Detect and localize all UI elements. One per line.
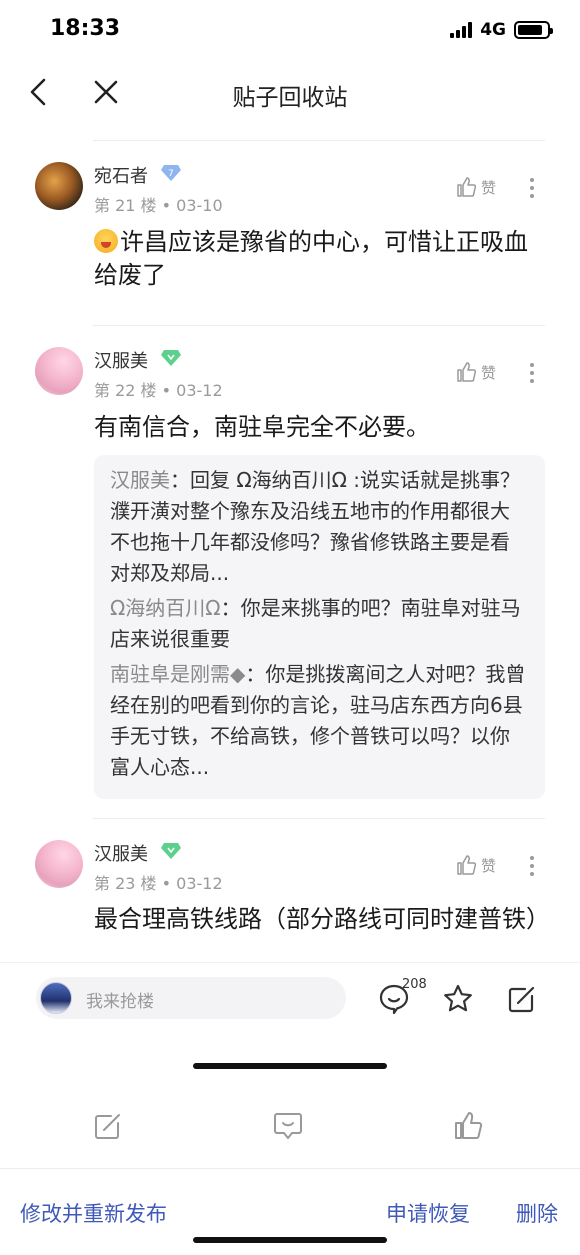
like-label: 赞 bbox=[481, 856, 497, 875]
status-bar: 18:33 4G bbox=[0, 0, 580, 62]
battery-icon bbox=[514, 21, 553, 39]
status-time: 18:33 bbox=[50, 16, 121, 41]
divider bbox=[93, 818, 545, 819]
delete-button[interactable]: 删除 bbox=[516, 1198, 558, 1228]
like-button[interactable]: 赞 bbox=[455, 361, 496, 383]
divider bbox=[93, 140, 545, 141]
avatar[interactable] bbox=[35, 840, 83, 888]
home-indicator bbox=[193, 1063, 387, 1069]
reply-item[interactable]: Ω海纳百川Ω：你是来挑事的吧？南驻阜对驻马店来说很重要 bbox=[110, 593, 529, 655]
post-content: 最合理高铁线路（部分路线可同时建普铁） bbox=[94, 905, 550, 933]
network-type: 4G bbox=[480, 20, 506, 40]
like-label: 赞 bbox=[481, 363, 497, 382]
more-options-icon[interactable] bbox=[522, 854, 542, 878]
reply-item[interactable]: 南驻阜是刚需◆：你是挑拨离间之人对吧？我曾经在别的吧看到你的言论，驻马店东西方向… bbox=[110, 659, 529, 783]
status-indicators: 4G bbox=[450, 20, 553, 40]
post-content: 有南信合，南驻阜完全不必要。 bbox=[94, 413, 430, 441]
level-number: 7 bbox=[168, 169, 174, 179]
floor-date: 第 21 楼 • 03-10 bbox=[94, 196, 223, 215]
more-options-icon[interactable] bbox=[522, 361, 542, 385]
divider bbox=[0, 1168, 580, 1169]
level-badge-icon bbox=[161, 350, 181, 366]
comment-icon[interactable] bbox=[272, 1110, 304, 1142]
share-icon[interactable] bbox=[506, 983, 538, 1015]
edit-icon[interactable] bbox=[92, 1110, 124, 1142]
comment-bar: 我来抢楼 208 bbox=[0, 962, 580, 1032]
reply-author[interactable]: 南驻阜是刚需◆ bbox=[110, 662, 245, 686]
avatar[interactable] bbox=[35, 347, 83, 395]
floor-date: 第 22 楼 • 03-12 bbox=[94, 381, 223, 400]
page-title: 贴子回收站 bbox=[232, 85, 348, 111]
level-badge-icon bbox=[161, 843, 181, 859]
thumbs-up-icon bbox=[457, 177, 477, 197]
comment-count: 208 bbox=[402, 977, 427, 992]
post-floor-23: 汉服美 第 23 楼 • 03-12 赞 最合理高铁线路（部分路线可同时建普铁） bbox=[0, 830, 580, 962]
nav-bar: 贴子回收站 bbox=[0, 62, 580, 124]
reply-author[interactable]: 汉服美 bbox=[110, 468, 170, 492]
like-button[interactable]: 赞 bbox=[455, 176, 496, 198]
home-indicator bbox=[193, 1237, 387, 1243]
reply-list: 汉服美：回复 Ω海纳百川Ω :说实话就是挑事？濮开潢对整个豫东及沿线五地市的作用… bbox=[94, 455, 545, 799]
username[interactable]: 汉服美 bbox=[94, 347, 148, 373]
like-button[interactable]: 赞 bbox=[455, 854, 496, 876]
reply-author[interactable]: Ω海纳百川Ω bbox=[110, 596, 221, 620]
floor-date: 第 23 楼 • 03-12 bbox=[94, 874, 223, 893]
thumbs-up-icon bbox=[457, 855, 477, 875]
comment-placeholder: 我来抢楼 bbox=[86, 992, 154, 1012]
username[interactable]: 宛石者 bbox=[94, 162, 148, 188]
like-label: 赞 bbox=[481, 178, 497, 197]
username[interactable]: 汉服美 bbox=[94, 840, 148, 866]
reply-text: ：回复 Ω海纳百川Ω :说实话就是挑事？濮开潢对整个豫东及沿线五地市的作用都很大… bbox=[110, 468, 521, 585]
divider bbox=[93, 325, 545, 326]
reply-item[interactable]: 汉服美：回复 Ω海纳百川Ω :说实话就是挑事？濮开潢对整个豫东及沿线五地市的作用… bbox=[110, 465, 529, 589]
thumbs-up-icon bbox=[457, 362, 477, 382]
tongue-emoji-icon bbox=[94, 229, 118, 253]
level-badge-icon: 7 bbox=[161, 165, 181, 181]
thumbs-up-icon[interactable] bbox=[452, 1110, 484, 1142]
post-content: 许昌应该是豫省的中心，可惜让正吸血给废了 bbox=[94, 228, 528, 289]
comment-input[interactable]: 我来抢楼 bbox=[36, 977, 346, 1019]
star-icon[interactable] bbox=[442, 983, 474, 1015]
avatar[interactable] bbox=[35, 162, 83, 210]
signal-icon bbox=[450, 22, 473, 38]
more-options-icon[interactable] bbox=[522, 176, 542, 200]
restore-button[interactable]: 申请恢复 bbox=[386, 1198, 470, 1228]
avatar bbox=[40, 982, 72, 1014]
edit-republish-button[interactable]: 修改并重新发布 bbox=[20, 1198, 167, 1228]
